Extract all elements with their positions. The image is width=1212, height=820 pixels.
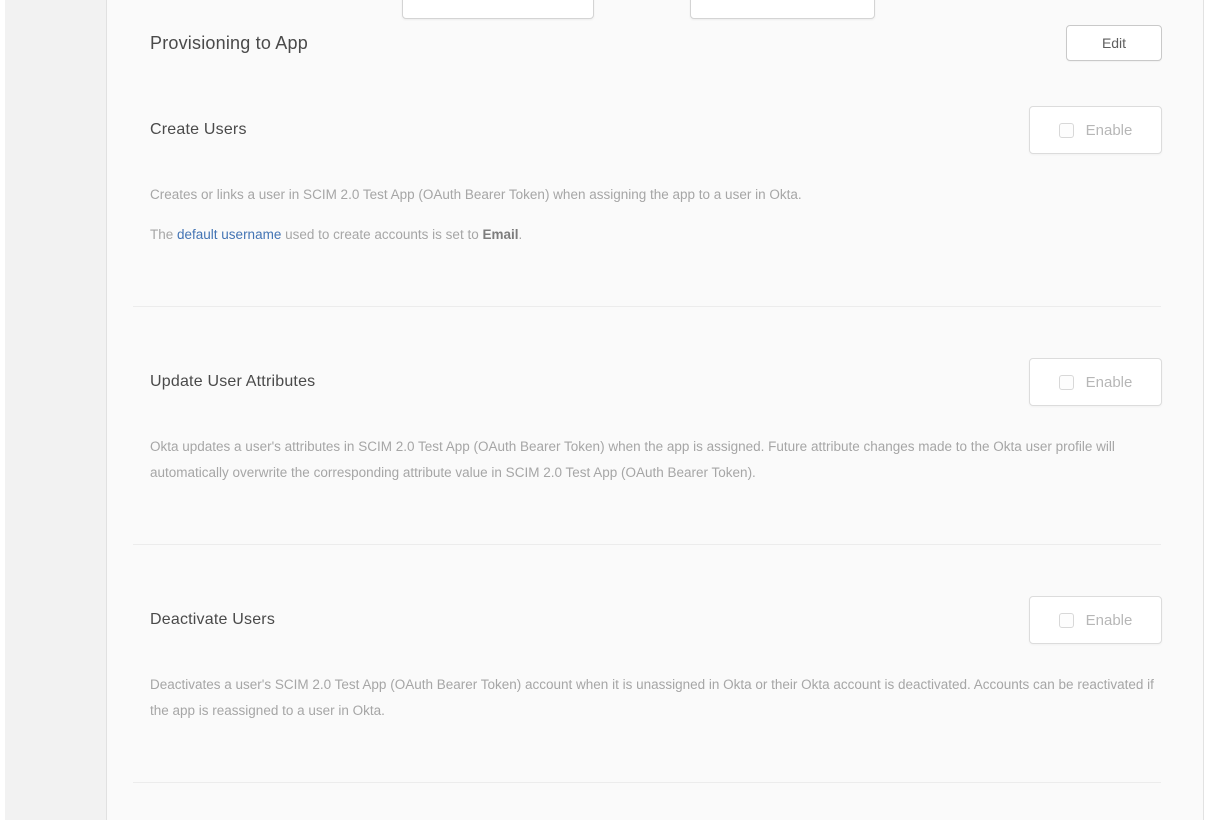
enable-button-deactivate-users[interactable]: Enable [1029, 596, 1162, 644]
section-create-users-header: Create Users Enable [150, 106, 1162, 154]
enable-label: Enable [1086, 374, 1133, 391]
section-title-update-user-attributes: Update User Attributes [150, 373, 315, 391]
page-title: Provisioning to App [150, 33, 308, 54]
enable-label: Enable [1086, 122, 1133, 139]
section-deactivate-users-header: Deactivate Users Enable [150, 596, 1162, 644]
section-divider [133, 306, 1161, 307]
enable-checkbox[interactable] [1059, 123, 1074, 138]
create-users-description: Creates or links a user in SCIM 2.0 Test… [150, 182, 1162, 208]
enable-checkbox[interactable] [1059, 613, 1074, 628]
clipped-top-button-left[interactable] [402, 0, 594, 19]
default-username-link[interactable]: default username [177, 227, 281, 242]
clipped-top-button-right[interactable] [690, 0, 875, 19]
enable-button-update-user-attributes[interactable]: Enable [1029, 358, 1162, 406]
section-divider [133, 544, 1161, 545]
note-prefix: The [150, 227, 177, 242]
section-update-user-attributes-header: Update User Attributes Enable [150, 358, 1162, 406]
note-emphasis: Email [482, 227, 518, 242]
note-middle: used to create accounts is set to [281, 227, 482, 242]
section-divider [133, 782, 1161, 783]
update-user-attributes-description: Okta updates a user's attributes in SCIM… [150, 434, 1162, 486]
enable-button-create-users[interactable]: Enable [1029, 106, 1162, 154]
edit-button[interactable]: Edit [1066, 25, 1162, 61]
left-gutter [5, 0, 107, 820]
provisioning-settings-panel: Provisioning to App Edit Create Users En… [107, 0, 1204, 820]
create-users-username-note: The default username used to create acco… [150, 222, 1162, 248]
deactivate-users-description: Deactivates a user's SCIM 2.0 Test App (… [150, 672, 1162, 724]
panel-header: Provisioning to App Edit [150, 25, 1162, 61]
note-suffix: . [518, 227, 522, 242]
section-title-deactivate-users: Deactivate Users [150, 611, 275, 629]
enable-checkbox[interactable] [1059, 375, 1074, 390]
enable-label: Enable [1086, 612, 1133, 629]
section-title-create-users: Create Users [150, 121, 247, 139]
